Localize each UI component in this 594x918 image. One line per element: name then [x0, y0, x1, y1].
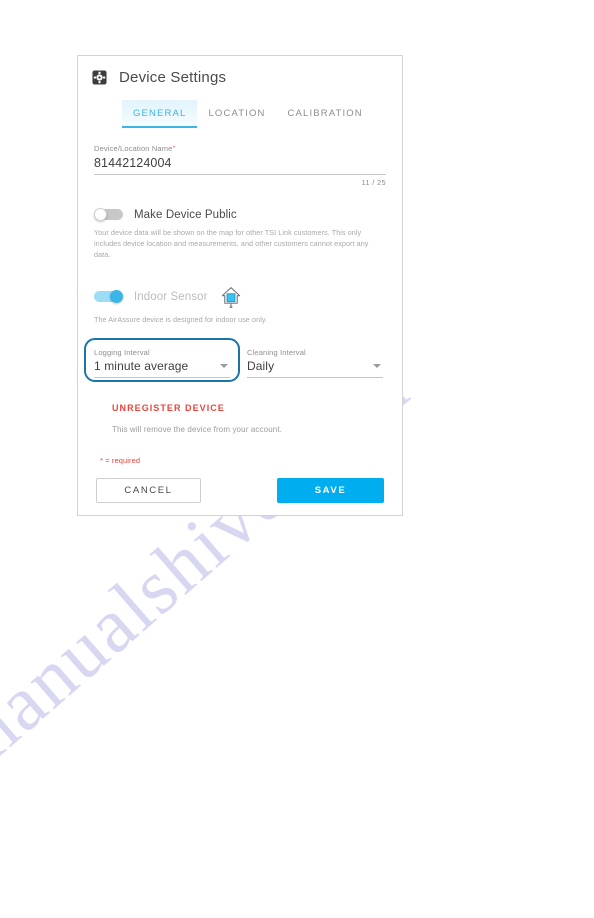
- save-button[interactable]: SAVE: [277, 477, 384, 503]
- logging-interval-value: 1 minute average: [94, 358, 189, 373]
- logging-interval-control[interactable]: 1 minute average: [94, 357, 230, 378]
- cleaning-interval-select[interactable]: Cleaning Interval Daily: [247, 348, 383, 378]
- tab-location[interactable]: LOCATION: [197, 100, 276, 128]
- toggle-knob: [94, 208, 107, 221]
- make-public-toggle[interactable]: [94, 208, 123, 221]
- tab-bar: GENERAL LOCATION CALIBRATION: [122, 100, 402, 128]
- chevron-down-icon: [220, 363, 228, 368]
- unregister-description: This will remove the device from your ac…: [112, 424, 283, 434]
- unregister-block: UNREGISTER DEVICE This will remove the d…: [112, 398, 386, 434]
- unregister-device-link[interactable]: UNREGISTER DEVICE: [112, 403, 225, 413]
- indoor-sensor-helper-text: The AirAssure device is designed for ind…: [94, 314, 268, 324]
- gear-square-icon: [92, 70, 107, 85]
- device-name-input[interactable]: [94, 153, 386, 175]
- tab-calibration[interactable]: CALIBRATION: [277, 100, 374, 128]
- chevron-down-icon: [373, 363, 381, 368]
- required-asterisk: *: [172, 144, 176, 153]
- form-area: Device/Location Name* 11 / 25 Make Devic…: [78, 144, 402, 503]
- indoor-sensor-label: Indoor Sensor: [134, 290, 208, 303]
- action-button-row: CANCEL SAVE: [94, 477, 386, 503]
- device-name-field-group: Device/Location Name* 11 / 25: [94, 144, 386, 187]
- cleaning-interval-value: Daily: [247, 358, 275, 373]
- toggle-knob: [110, 290, 123, 304]
- cleaning-interval-control[interactable]: Daily: [247, 357, 383, 378]
- indoor-sensor-toggle[interactable]: [94, 290, 123, 304]
- device-settings-card: Device Settings GENERAL LOCATION CALIBRA…: [77, 55, 403, 516]
- cancel-button[interactable]: CANCEL: [96, 477, 201, 503]
- tab-general[interactable]: GENERAL: [122, 100, 198, 128]
- character-counter: 11 / 25: [361, 178, 386, 187]
- card-header: Device Settings: [78, 56, 402, 86]
- device-name-label-text: Device/Location Name: [94, 144, 173, 153]
- page-title: Device Settings: [119, 69, 227, 86]
- interval-row: Logging Interval 1 minute average Cleani…: [84, 337, 386, 382]
- make-public-row: Make Device Public: [94, 208, 386, 221]
- device-name-label: Device/Location Name*: [94, 144, 386, 153]
- logging-interval-select[interactable]: Logging Interval 1 minute average: [94, 348, 230, 378]
- make-public-label: Make Device Public: [134, 208, 237, 221]
- indoor-sensor-row: Indoor Sensor: [94, 286, 386, 308]
- required-note: * = required: [100, 455, 141, 465]
- logging-interval-label: Logging Interval: [94, 347, 150, 357]
- house-icon: [221, 286, 240, 308]
- cleaning-interval-label: Cleaning Interval: [247, 347, 306, 357]
- make-public-helper-text: Your device data will be shown on the ma…: [94, 228, 369, 259]
